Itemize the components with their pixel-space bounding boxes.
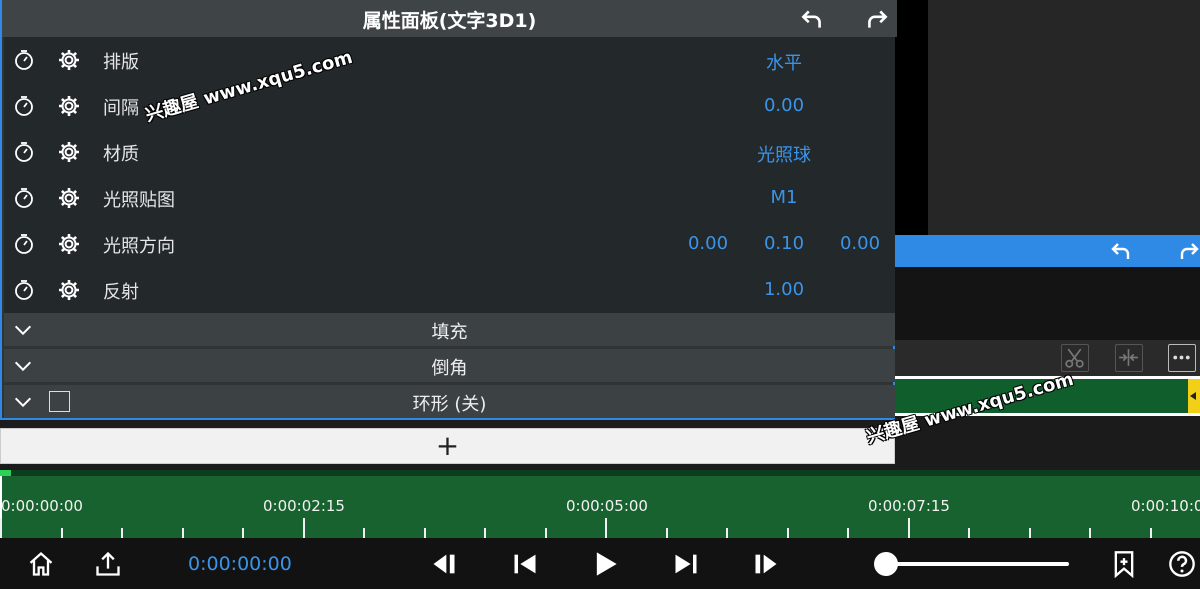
- gear-icon[interactable]: [57, 232, 81, 256]
- zoom-slider-handle[interactable]: [874, 552, 898, 576]
- property-row-layout[interactable]: 排版 水平: [4, 37, 895, 83]
- secondary-toolbar: [895, 235, 1200, 267]
- panel-header: 属性面板(文字3D1): [2, 0, 897, 37]
- zoom-slider-track[interactable]: [886, 562, 1069, 566]
- play-icon[interactable]: [591, 550, 619, 578]
- section-bevel[interactable]: 倒角: [4, 349, 895, 382]
- property-value[interactable]: 光照球: [739, 141, 829, 167]
- gear-icon[interactable]: [57, 186, 81, 210]
- property-label: 反射: [103, 282, 139, 303]
- keyframe-timer-icon[interactable]: [12, 186, 36, 210]
- track-header-area: [895, 267, 1200, 340]
- ruler-minor-tick: [1089, 528, 1091, 538]
- property-value[interactable]: 1.00: [739, 279, 829, 300]
- property-label: 间隔: [103, 98, 139, 119]
- property-value[interactable]: M1: [739, 187, 829, 208]
- ruler-minor-tick: [424, 528, 426, 538]
- skip-next-icon[interactable]: [672, 550, 700, 578]
- ruler-minor-tick: [1029, 528, 1031, 538]
- transport-bar: 0:00:00:00: [0, 538, 1200, 589]
- property-value[interactable]: 水平: [739, 49, 829, 75]
- ruler-minor-tick: [847, 528, 849, 538]
- property-value-z[interactable]: 0.00: [815, 233, 905, 254]
- gear-icon[interactable]: [57, 94, 81, 118]
- ruler-minor-tick: [182, 528, 184, 538]
- keyframe-timer-icon[interactable]: [12, 94, 36, 118]
- ruler-minor-tick: [545, 528, 547, 538]
- preview-side-area: [928, 0, 1200, 235]
- help-icon[interactable]: [1168, 550, 1196, 578]
- clip-end-handle[interactable]: [1188, 379, 1200, 413]
- redo-icon[interactable]: [864, 6, 890, 32]
- more-button[interactable]: [1168, 344, 1196, 372]
- add-property-button[interactable]: +: [0, 428, 895, 464]
- ruler-minor-tick: [1150, 528, 1152, 538]
- property-label: 光照贴图: [103, 190, 175, 211]
- ruler-major-tick: [303, 518, 305, 538]
- keyframe-timer-icon[interactable]: [12, 232, 36, 256]
- section-fill[interactable]: 填充: [4, 313, 895, 346]
- section-title: 倒角: [431, 358, 468, 379]
- property-row-lightmap[interactable]: 光照贴图 M1: [4, 175, 895, 221]
- ruler-minor-tick: [61, 528, 63, 538]
- share-icon[interactable]: [94, 550, 122, 578]
- property-row-material[interactable]: 材质 光照球: [4, 129, 895, 175]
- time-label: 0:00:05:00: [566, 497, 648, 515]
- property-label: 排版: [103, 52, 139, 73]
- step-forward-frame-icon[interactable]: [752, 550, 780, 578]
- keyframe-timer-icon[interactable]: [12, 278, 36, 302]
- split-button[interactable]: [1115, 344, 1143, 372]
- time-label: 0:00:07:15: [868, 497, 950, 515]
- time-label: 0:00:10:0: [1131, 497, 1200, 515]
- plus-icon: +: [435, 429, 460, 462]
- undo-icon[interactable]: [1109, 239, 1133, 263]
- current-timecode: 0:00:00:00: [188, 553, 292, 575]
- ruler-minor-tick: [726, 528, 728, 538]
- time-label: 0:00:02:15: [263, 497, 345, 515]
- gear-icon[interactable]: [57, 140, 81, 164]
- ruler-major-tick: [908, 518, 910, 538]
- undo-icon[interactable]: [799, 6, 825, 32]
- split-icon: [1119, 349, 1138, 366]
- ruler-minor-tick: [968, 528, 970, 538]
- redo-icon[interactable]: [1177, 239, 1200, 263]
- home-icon[interactable]: [27, 550, 55, 578]
- app-root: 属性面板(文字3D1) 排版 水平 间隔 0.00 材质 光照球 光照贴图 M1…: [0, 0, 1200, 589]
- ruler-major-tick: [0, 518, 2, 538]
- section-title: 环形 (关): [412, 394, 487, 415]
- ruler-minor-tick: [363, 528, 365, 538]
- property-label: 光照方向: [103, 236, 175, 257]
- skip-previous-icon[interactable]: [511, 550, 539, 578]
- more-icon: [1173, 355, 1190, 360]
- property-label: 材质: [103, 144, 139, 165]
- property-value[interactable]: 0.00: [739, 95, 829, 116]
- ruler-major-tick: [605, 518, 607, 538]
- section-ring[interactable]: 环形 (关): [4, 385, 895, 418]
- property-row-reflection[interactable]: 反射 1.00: [4, 267, 895, 313]
- bookmark-icon[interactable]: [1110, 550, 1138, 578]
- time-label: 0:00:00:00: [1, 497, 83, 515]
- gear-icon[interactable]: [57, 48, 81, 72]
- keyframe-timer-icon[interactable]: [12, 48, 36, 72]
- ruler-minor-tick: [666, 528, 668, 538]
- ruler-minor-tick: [121, 528, 123, 538]
- gear-icon[interactable]: [57, 278, 81, 302]
- property-panel: 属性面板(文字3D1) 排版 水平 间隔 0.00 材质 光照球 光照贴图 M1…: [0, 0, 897, 420]
- panel-title: 属性面板(文字3D1): [362, 10, 537, 32]
- timeline-ruler[interactable]: 0:00:00:00 0:00:02:15 0:00:05:00 0:00:07…: [0, 470, 1200, 538]
- property-row-spacing[interactable]: 间隔 0.00: [4, 83, 895, 129]
- property-row-light-direction[interactable]: 光照方向 0.00 0.10 0.00: [4, 221, 895, 267]
- keyframe-timer-icon[interactable]: [12, 140, 36, 164]
- section-title: 填充: [431, 322, 468, 343]
- ruler-minor-tick: [242, 528, 244, 538]
- video-preview: [895, 0, 928, 235]
- ruler-minor-tick: [787, 528, 789, 538]
- step-back-frame-icon[interactable]: [430, 550, 458, 578]
- ruler-top-bar: [0, 470, 1200, 476]
- ruler-minor-tick: [484, 528, 486, 538]
